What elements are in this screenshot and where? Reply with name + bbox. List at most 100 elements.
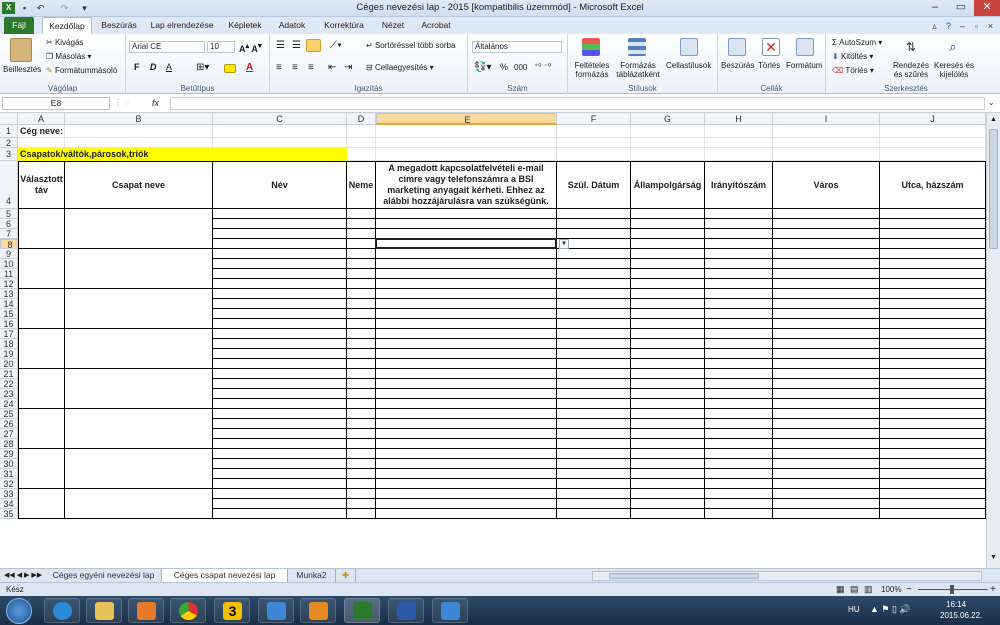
data-cell-d10[interactable] (347, 259, 376, 269)
grow-font-button[interactable]: A▴ A▾ (239, 41, 262, 54)
taskbar-bsi-2[interactable] (432, 598, 468, 623)
merged-cell-distance[interactable] (18, 249, 65, 289)
data-cell-h5[interactable] (705, 209, 773, 219)
data-cell-h19[interactable] (705, 349, 773, 359)
row-header-17[interactable]: 17 (0, 329, 18, 339)
data-cell-i6[interactable] (773, 219, 880, 229)
taskbar-outlook[interactable] (300, 598, 336, 623)
merged-cell-team-name[interactable] (65, 449, 213, 489)
data-cell-h10[interactable] (705, 259, 773, 269)
merged-cell-team-name[interactable] (65, 209, 213, 249)
data-cell-c34[interactable] (213, 499, 347, 509)
row-header-19[interactable]: 19 (0, 349, 18, 359)
cell-styles-button[interactable]: Cellastílusok (666, 61, 711, 70)
data-cell-j9[interactable] (880, 249, 986, 259)
grid-cell[interactable] (705, 148, 773, 161)
data-cell-c35[interactable] (213, 509, 347, 519)
data-cell-d21[interactable] (347, 369, 376, 379)
row-header-33[interactable]: 33 (0, 489, 18, 499)
bold-button[interactable]: F (134, 62, 140, 72)
data-cell-g8[interactable] (631, 239, 705, 249)
data-cell-c7[interactable] (213, 229, 347, 239)
data-cell-e33[interactable] (376, 489, 557, 499)
data-cell-c22[interactable] (213, 379, 347, 389)
row-header-18[interactable]: 18 (0, 339, 18, 349)
data-cell-j23[interactable] (880, 389, 986, 399)
data-cell-c13[interactable] (213, 289, 347, 299)
header-cell-d[interactable]: Neme (347, 161, 376, 209)
data-cell-j22[interactable] (880, 379, 986, 389)
data-cell-g6[interactable] (631, 219, 705, 229)
grid-cell[interactable] (213, 125, 347, 138)
data-cell-c30[interactable] (213, 459, 347, 469)
header-cell-e[interactable]: A megadott kapcsolatfelvételi e-mail cím… (376, 161, 557, 209)
language-indicator[interactable]: HU (848, 605, 860, 614)
data-cell-d25[interactable] (347, 409, 376, 419)
view-normal-icon[interactable]: ▦ (836, 584, 845, 595)
tab-review[interactable]: Korrektúra (316, 17, 372, 34)
data-cell-i15[interactable] (773, 309, 880, 319)
data-cell-j5[interactable] (880, 209, 986, 219)
data-cell-f15[interactable] (557, 309, 631, 319)
data-cell-e9[interactable] (376, 249, 557, 259)
row-header-13[interactable]: 13 (0, 289, 18, 299)
data-cell-f31[interactable] (557, 469, 631, 479)
data-cell-c9[interactable] (213, 249, 347, 259)
data-cell-d9[interactable] (347, 249, 376, 259)
data-cell-h16[interactable] (705, 319, 773, 329)
data-cell-e21[interactable] (376, 369, 557, 379)
data-cell-c18[interactable] (213, 339, 347, 349)
row-header-14[interactable]: 14 (0, 299, 18, 309)
data-cell-e19[interactable] (376, 349, 557, 359)
minimize-ribbon-icon[interactable]: ▵ (928, 20, 941, 32)
data-cell-e32[interactable] (376, 479, 557, 489)
row-header-5[interactable]: 5 (0, 209, 18, 219)
data-cell-h23[interactable] (705, 389, 773, 399)
data-cell-f19[interactable] (557, 349, 631, 359)
data-cell-g14[interactable] (631, 299, 705, 309)
grid-cell[interactable] (557, 125, 631, 138)
data-cell-g15[interactable] (631, 309, 705, 319)
data-cell-d23[interactable] (347, 389, 376, 399)
grid-cell[interactable] (347, 125, 376, 138)
restore-doc-icon[interactable]: – (956, 20, 969, 32)
data-cell-e28[interactable] (376, 439, 557, 449)
data-cell-i24[interactable] (773, 399, 880, 409)
row-header-24[interactable]: 24 (0, 399, 18, 409)
row-header-11[interactable]: 11 (0, 269, 18, 279)
view-page-layout-icon[interactable]: ▤ (850, 584, 859, 595)
align-middle-icon[interactable]: ☰ (292, 40, 301, 51)
data-cell-i25[interactable] (773, 409, 880, 419)
align-bottom-icon[interactable] (306, 39, 321, 52)
data-cell-j30[interactable] (880, 459, 986, 469)
merged-cell-distance[interactable] (18, 329, 65, 369)
merged-cell-distance[interactable] (18, 409, 65, 449)
column-header-a[interactable]: A (18, 113, 65, 125)
data-cell-h18[interactable] (705, 339, 773, 349)
data-cell-j8[interactable] (880, 239, 986, 249)
underline-button[interactable]: A (166, 62, 172, 72)
align-left-icon[interactable]: ≡ (276, 62, 282, 73)
data-cell-f34[interactable] (557, 499, 631, 509)
data-cell-d28[interactable] (347, 439, 376, 449)
find-select-button[interactable]: Keresés és kijelölés (932, 61, 976, 79)
fill-button[interactable]: ⬇ Kitöltés ▾ (832, 52, 873, 61)
data-cell-c17[interactable] (213, 329, 347, 339)
data-cell-i31[interactable] (773, 469, 880, 479)
header-cell-h[interactable]: Irányítószám (705, 161, 773, 209)
data-cell-g13[interactable] (631, 289, 705, 299)
data-cell-d15[interactable] (347, 309, 376, 319)
help-icon[interactable]: ? (942, 20, 955, 32)
data-cell-f30[interactable] (557, 459, 631, 469)
data-cell-i30[interactable] (773, 459, 880, 469)
data-cell-i7[interactable] (773, 229, 880, 239)
data-cell-f5[interactable] (557, 209, 631, 219)
data-cell-i22[interactable] (773, 379, 880, 389)
delete-cells-button[interactable]: Törlés (758, 61, 780, 70)
data-cell-d29[interactable] (347, 449, 376, 459)
sheet-nav-icons[interactable]: ◀◀ ◀ ▶ ▶▶ (4, 571, 42, 579)
column-header-g[interactable]: G (631, 113, 705, 125)
data-cell-f27[interactable] (557, 429, 631, 439)
italic-button[interactable]: D (150, 62, 157, 72)
data-cell-j18[interactable] (880, 339, 986, 349)
